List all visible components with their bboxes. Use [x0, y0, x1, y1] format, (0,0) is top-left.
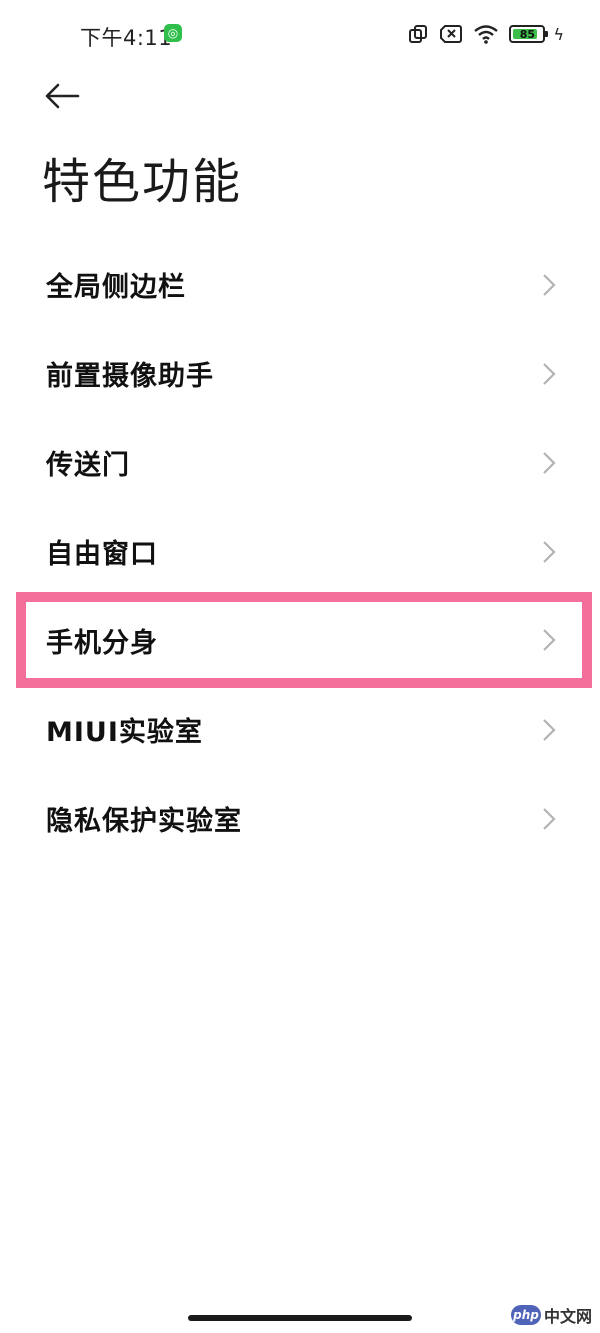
back-button[interactable] — [38, 72, 86, 120]
list-item-portal[interactable]: 传送门 — [0, 418, 600, 507]
status-bar: 下午4:11 ◎ 85 ϟ — [0, 0, 600, 68]
chevron-right-icon — [543, 629, 556, 651]
list-item-label: MIUI实验室 — [46, 717, 203, 748]
chevron-right-icon — [543, 451, 556, 474]
list-item-label: 全局侧边栏 — [46, 272, 186, 303]
status-time: 下午4:11 — [80, 26, 173, 50]
list-item-miui-lab[interactable]: MIUI实验室 — [0, 685, 600, 774]
list-item-second-space[interactable]: 手机分身 — [16, 592, 592, 688]
list-item-label: 前置摄像助手 — [46, 361, 214, 392]
back-arrow-icon — [45, 83, 80, 109]
page-title: 特色功能 — [42, 154, 243, 210]
chevron-right-icon — [543, 807, 556, 830]
list-item-free-window[interactable]: 自由窗口 — [0, 507, 600, 596]
battery-percent: 85 — [519, 27, 536, 41]
chevron-right-icon — [543, 718, 556, 741]
list-item-label: 自由窗口 — [46, 539, 158, 570]
feature-list: 全局侧边栏 前置摄像助手 传送门 自由窗口 手机分身 MIUI实验室 隐私保护实… — [0, 240, 600, 863]
no-sim-icon — [439, 23, 463, 45]
chevron-right-icon — [543, 362, 556, 385]
screen-rotate-icon — [407, 23, 429, 45]
wifi-icon — [473, 23, 499, 45]
list-item-label: 手机分身 — [46, 627, 158, 659]
list-item-front-camera-assistant[interactable]: 前置摄像助手 — [0, 329, 600, 418]
chevron-right-icon — [543, 540, 556, 563]
charging-icon: ϟ — [553, 24, 564, 44]
status-icons: 85 ϟ — [407, 22, 564, 46]
watermark-text: 中文网 — [543, 1307, 592, 1326]
watermark: php 中文网 — [510, 1303, 592, 1327]
list-item-global-sidebar[interactable]: 全局侧边栏 — [0, 240, 600, 329]
chevron-right-icon — [543, 273, 556, 296]
list-item-label: 传送门 — [46, 450, 130, 481]
watermark-logo: php — [510, 1305, 541, 1325]
gesture-nav-handle[interactable] — [188, 1315, 412, 1321]
list-item-label: 隐私保护实验室 — [46, 806, 242, 837]
battery-icon: 85 — [509, 25, 549, 43]
app-notification-icon: ◎ — [164, 24, 182, 42]
list-item-privacy-lab[interactable]: 隐私保护实验室 — [0, 774, 600, 863]
